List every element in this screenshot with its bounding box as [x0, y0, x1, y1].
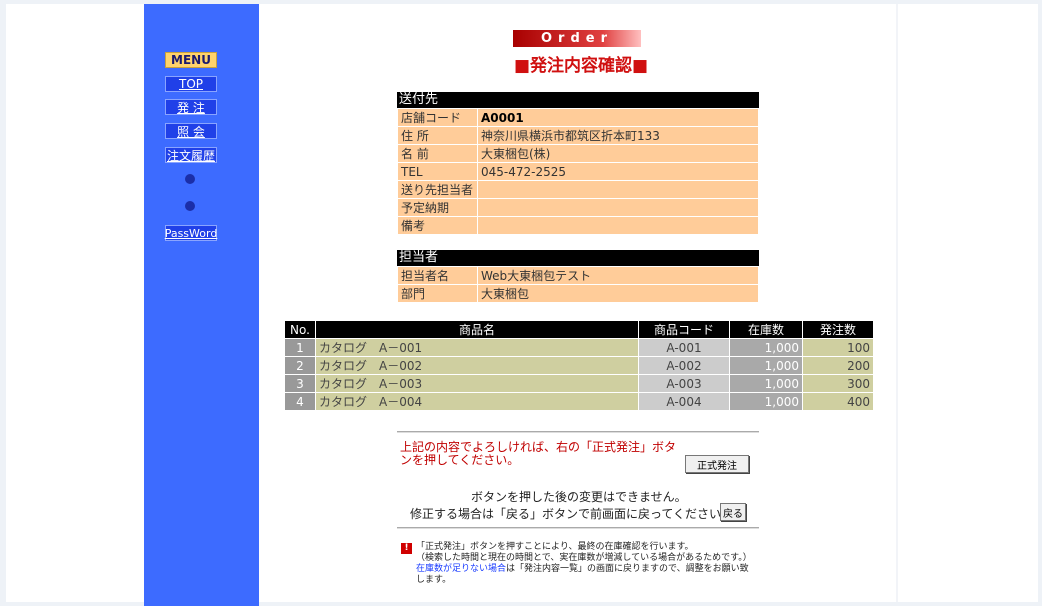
cell-code: A-004	[638, 392, 730, 411]
field-value: 神奈川県横浜市都筑区折本町133	[477, 126, 759, 145]
field-label: 備考	[397, 216, 478, 235]
field-value	[477, 216, 759, 235]
divider	[397, 527, 759, 529]
field-label: TEL	[397, 162, 478, 181]
order-items-table: No. 商品名 商品コード 在庫数 発注数 1 カタログ A－001 A-001…	[284, 320, 874, 411]
table-row: TEL 045-472-2525	[397, 162, 759, 181]
field-label: 担当者名	[397, 266, 478, 285]
field-label: 部門	[397, 284, 478, 303]
order-banner: Order	[513, 30, 641, 47]
cell-stock: 1,000	[729, 356, 803, 375]
back-instruction-note: 修正する場合は「戻る」ボタンで前画面に戻ってください。	[410, 507, 734, 521]
cell-code: A-002	[638, 356, 730, 375]
cell-qty: 300	[802, 374, 874, 393]
cell-stock: 1,000	[729, 374, 803, 393]
nav-link-order[interactable]: 発 注	[165, 99, 217, 115]
field-label: 名 前	[397, 144, 478, 163]
bullet-icon	[185, 174, 195, 184]
cell-no: 3	[284, 374, 316, 393]
back-button[interactable]: 戻る	[720, 503, 746, 521]
table-header-row: No. 商品名 商品コード 在庫数 発注数	[284, 320, 874, 339]
field-value: 大東梱包	[477, 284, 759, 303]
field-value: Web大東梱包テスト	[477, 266, 759, 285]
submit-order-button[interactable]: 正式発注	[685, 455, 749, 473]
bullet-icon	[185, 201, 195, 211]
warning-highlight: 在庫数が足りない場合	[416, 564, 507, 574]
cell-code: A-003	[638, 374, 730, 393]
field-value: A0001	[477, 108, 759, 127]
nav-link-inquiry[interactable]: 照 会	[165, 123, 217, 139]
cell-qty: 200	[802, 356, 874, 375]
table-row: 1 カタログ A－001 A-001 1,000 100	[284, 338, 874, 357]
nav-link-top[interactable]: TOP	[165, 76, 217, 92]
cell-stock: 1,000	[729, 338, 803, 357]
cell-stock: 1,000	[729, 392, 803, 411]
warning-line: 「正式発注」ボタンを押すことにより、最終の在庫確認を行います。	[416, 542, 694, 552]
field-value	[477, 198, 759, 217]
field-label: 予定納期	[397, 198, 478, 217]
table-row: 3 カタログ A－003 A-003 1,000 300	[284, 374, 874, 393]
column-header-name: 商品名	[315, 320, 639, 339]
field-label: 住 所	[397, 126, 478, 145]
menu-label: MENU	[165, 52, 217, 68]
column-header-stock: 在庫数	[729, 320, 803, 339]
field-value: 大東梱包(株)	[477, 144, 759, 163]
cell-qty: 100	[802, 338, 874, 357]
shipping-heading: 送付先	[397, 92, 759, 108]
cell-no: 2	[284, 356, 316, 375]
warning-text: 「正式発注」ボタンを押すことにより、最終の在庫確認を行います。 （検索した時間と…	[416, 542, 756, 586]
column-header-code: 商品コード	[638, 320, 730, 339]
field-label: 送り先担当者	[397, 180, 478, 199]
cell-no: 1	[284, 338, 316, 357]
right-border	[896, 4, 898, 602]
warning-icon: !	[401, 543, 412, 554]
cell-name: カタログ A－004	[315, 392, 639, 411]
staff-heading: 担当者	[397, 250, 759, 266]
table-row: 部門 大東梱包	[397, 284, 759, 303]
cell-no: 4	[284, 392, 316, 411]
sidebar	[144, 4, 259, 606]
staff-table: 担当者名 Web大東梱包テスト 部門 大東梱包	[397, 266, 759, 303]
table-row: 送り先担当者	[397, 180, 759, 199]
cell-name: カタログ A－002	[315, 356, 639, 375]
page-title: ■発注内容確認■	[513, 56, 649, 76]
cell-qty: 400	[802, 392, 874, 411]
table-row: 備考	[397, 216, 759, 235]
warning-line: 在庫数が足りない場合は「発注内容一覧」の画面に戻りますので、調整をお願い致します…	[416, 564, 756, 586]
table-row: 店舗コード A0001	[397, 108, 759, 127]
confirm-message: 上記の内容でよろしければ、右の「正式発注」ボタンを押してください。	[400, 440, 677, 467]
cell-name: カタログ A－001	[315, 338, 639, 357]
table-row: 担当者名 Web大東梱包テスト	[397, 266, 759, 285]
nav-link-password[interactable]: PassWord	[165, 225, 217, 241]
column-header-no: No.	[284, 320, 316, 339]
column-header-qty: 発注数	[802, 320, 874, 339]
no-change-note: ボタンを押した後の変更はできません。	[471, 490, 687, 504]
field-value: 045-472-2525	[477, 162, 759, 181]
table-row: 4 カタログ A－004 A-004 1,000 400	[284, 392, 874, 411]
table-row: 予定納期	[397, 198, 759, 217]
field-value	[477, 180, 759, 199]
shipping-table: 店舗コード A0001 住 所神奈川県横浜市都筑区折本町133 名 前大東梱包(株…	[397, 108, 759, 235]
divider	[397, 431, 759, 433]
table-row: 名 前大東梱包(株)	[397, 144, 759, 163]
field-label: 店舗コード	[397, 108, 478, 127]
warning-line: （検索した時間と現在の時間とで、実在庫数が増減している場合があるためです。）	[416, 553, 752, 563]
cell-code: A-001	[638, 338, 730, 357]
nav-link-order-history[interactable]: 注文履歴	[165, 147, 217, 163]
cell-name: カタログ A－003	[315, 374, 639, 393]
table-row: 2 カタログ A－002 A-002 1,000 200	[284, 356, 874, 375]
table-row: 住 所神奈川県横浜市都筑区折本町133	[397, 126, 759, 145]
